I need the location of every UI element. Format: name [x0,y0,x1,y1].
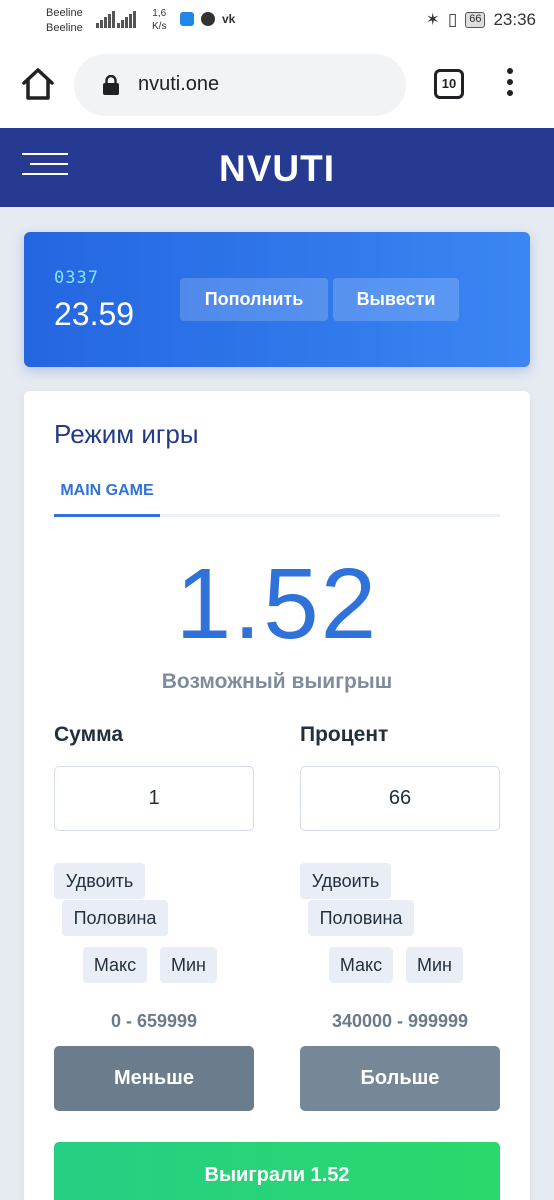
status-bar: Beeline Beeline 1,6 K/s vk ✶ ▯ 66 23:36 [0,0,554,42]
chat-icon [201,12,215,26]
sum-max-button[interactable]: Макс [83,947,147,983]
carrier-2: Beeline [46,22,83,34]
game-mode-title: Режим игры [54,419,199,449]
tab-switcher-button[interactable]: 10 [434,69,464,99]
home-button[interactable] [18,64,58,104]
shield-app-icon [180,12,194,26]
percent-label: Процент [300,723,389,746]
more-vert-icon [507,68,513,74]
percent-input[interactable] [300,766,500,831]
sum-range: 0 - 659999 [110,1011,198,1031]
balance-card: 0337 23.59 Пополнить Вывести [24,232,530,367]
percent-range: 340000 - 999999 [331,1011,469,1031]
tab-main-game[interactable]: MAIN GAME [54,471,160,517]
signal-icon [96,10,115,28]
clock: 23:36 [493,10,536,29]
sum-double-button[interactable]: Удвоить [54,863,145,899]
possible-win-value: 1.52 [175,548,379,660]
sum-min-button[interactable]: Мин [160,947,217,983]
vk-icon: vk [222,12,236,26]
vibrate-icon: ▯ [447,10,458,29]
address-bar[interactable]: nvuti.one [74,54,406,116]
withdraw-button[interactable]: Вывести [333,278,459,321]
browser-menu-button[interactable] [500,68,520,102]
site-header: NVUTI [0,128,554,207]
network-speed: 1,6 K/s [152,8,167,32]
battery-icon: 66 [465,12,486,28]
status-right: ✶ ▯ 66 23:36 [426,10,536,30]
carrier-1: Beeline [46,7,83,19]
result-banner: Выиграли 1.52 [54,1142,500,1200]
hamburger-menu-icon[interactable] [22,153,68,185]
possible-win-label: Возможный выигрыш [161,670,393,693]
game-tabs: MAIN GAME [54,471,500,517]
lock-icon [103,75,119,95]
url-text: nvuti.one [138,73,220,95]
percent-double-button[interactable]: Удвоить [300,863,391,899]
carrier-names: Beeline Beeline [46,6,83,36]
deposit-button[interactable]: Пополнить [180,278,328,321]
home-icon [22,68,54,100]
more-button[interactable]: Больше [300,1046,500,1111]
site-logo[interactable]: NVUTI [0,148,554,190]
sum-input[interactable] [54,766,254,831]
percent-max-button[interactable]: Макс [329,947,393,983]
percent-half-button[interactable]: Половина [308,900,414,936]
account-id: 0337 [54,268,99,288]
less-button[interactable]: Меньше [54,1046,254,1111]
bluetooth-icon: ✶ [425,10,440,29]
sum-label: Сумма [54,723,124,746]
signal-icon-2 [117,10,136,28]
browser-toolbar: nvuti.one 10 [0,42,554,128]
game-card: Режим игры MAIN GAME 1.52 Возможный выиг… [24,391,530,1200]
sum-half-button[interactable]: Половина [62,900,168,936]
balance-amount: 23.59 [54,296,135,332]
percent-min-button[interactable]: Мин [406,947,463,983]
